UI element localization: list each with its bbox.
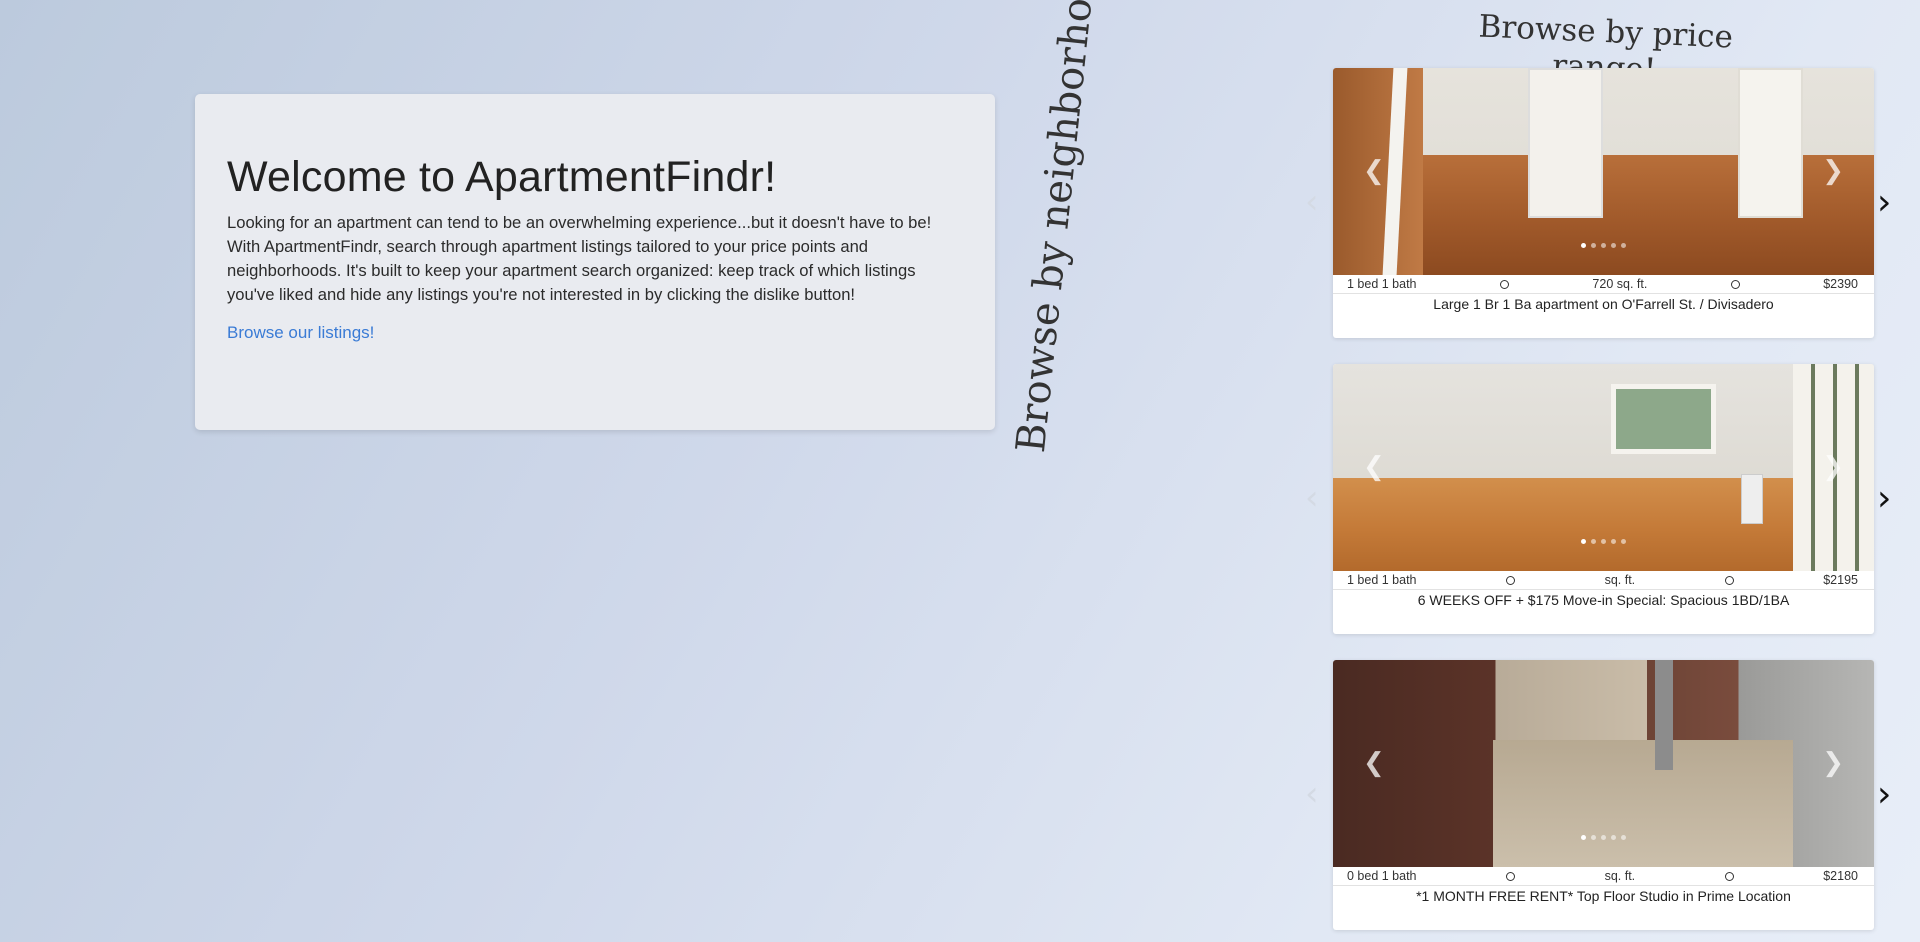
circle-icon [1506, 871, 1516, 881]
listing-photo: ❮ ❯ [1333, 660, 1874, 867]
listing-sqft: 720 sq. ft. [1592, 277, 1648, 291]
listing-photo: ❮ ❯ [1333, 68, 1874, 275]
listing-title[interactable]: 6 WEEKS OFF + $175 Move-in Special: Spac… [1333, 590, 1874, 608]
carousel-next-icon[interactable]: › [1877, 183, 1899, 223]
listing-card[interactable]: ❮ ❯ 1 bed 1 bath sq. ft. $2195 6 WEEKS O… [1333, 364, 1874, 634]
listing-sqft: sq. ft. [1604, 869, 1636, 883]
listing-beds-baths: 1 bed 1 bath [1347, 277, 1417, 291]
page-title: Welcome to ApartmentFindr! [227, 153, 777, 201]
listing-info-bar: 1 bed 1 bath sq. ft. $2195 [1333, 571, 1874, 590]
carousel-next-icon[interactable]: › [1877, 479, 1899, 519]
photo-prev-icon[interactable]: ❮ [1363, 452, 1385, 482]
photo-next-icon[interactable]: ❯ [1822, 156, 1844, 186]
photo-prev-icon[interactable]: ❮ [1363, 748, 1385, 778]
listing-price: $2195 [1823, 573, 1858, 587]
listing-card[interactable]: ❮ ❯ 0 bed 1 bath sq. ft. $2180 *1 MONTH … [1333, 660, 1874, 930]
carousel-prev-icon[interactable]: ‹ [1305, 478, 1325, 518]
carousel-prev-icon[interactable]: ‹ [1305, 774, 1325, 814]
listing-beds-baths: 0 bed 1 bath [1347, 869, 1417, 883]
listing-beds-baths: 1 bed 1 bath [1347, 573, 1417, 587]
listing-card[interactable]: ❮ ❯ 1 bed 1 bath 720 sq. ft. $2390 Large… [1333, 68, 1874, 338]
listing-price: $2180 [1823, 869, 1858, 883]
browse-listings-link[interactable]: Browse our listings! [227, 323, 374, 343]
photo-prev-icon[interactable]: ❮ [1363, 156, 1385, 186]
carousel-next-icon[interactable]: › [1877, 775, 1899, 815]
listing-sqft: sq. ft. [1604, 573, 1636, 587]
welcome-description: Looking for an apartment can tend to be … [227, 213, 932, 305]
circle-icon [1730, 279, 1740, 289]
circle-icon [1499, 279, 1509, 289]
photo-indicators[interactable] [1333, 243, 1874, 248]
carousel-prev-icon[interactable]: ‹ [1305, 182, 1325, 222]
circle-icon [1724, 575, 1734, 585]
circle-icon [1724, 871, 1734, 881]
listing-title[interactable]: *1 MONTH FREE RENT* Top Floor Studio in … [1333, 886, 1874, 904]
listing-price: $2390 [1823, 277, 1858, 291]
listing-info-bar: 1 bed 1 bath 720 sq. ft. $2390 [1333, 275, 1874, 294]
listing-title[interactable]: Large 1 Br 1 Ba apartment on O'Farrell S… [1333, 294, 1874, 312]
listing-info-bar: 0 bed 1 bath sq. ft. $2180 [1333, 867, 1874, 886]
photo-next-icon[interactable]: ❯ [1822, 452, 1844, 482]
neighborhood-heading: Browse by neighborhood! [1008, 0, 1109, 455]
welcome-card: Welcome to ApartmentFindr! Looking for a… [195, 94, 995, 430]
photo-indicators[interactable] [1333, 539, 1874, 544]
circle-icon [1506, 575, 1516, 585]
listing-photo: ❮ ❯ [1333, 364, 1874, 571]
photo-indicators[interactable] [1333, 835, 1874, 840]
photo-next-icon[interactable]: ❯ [1822, 748, 1844, 778]
